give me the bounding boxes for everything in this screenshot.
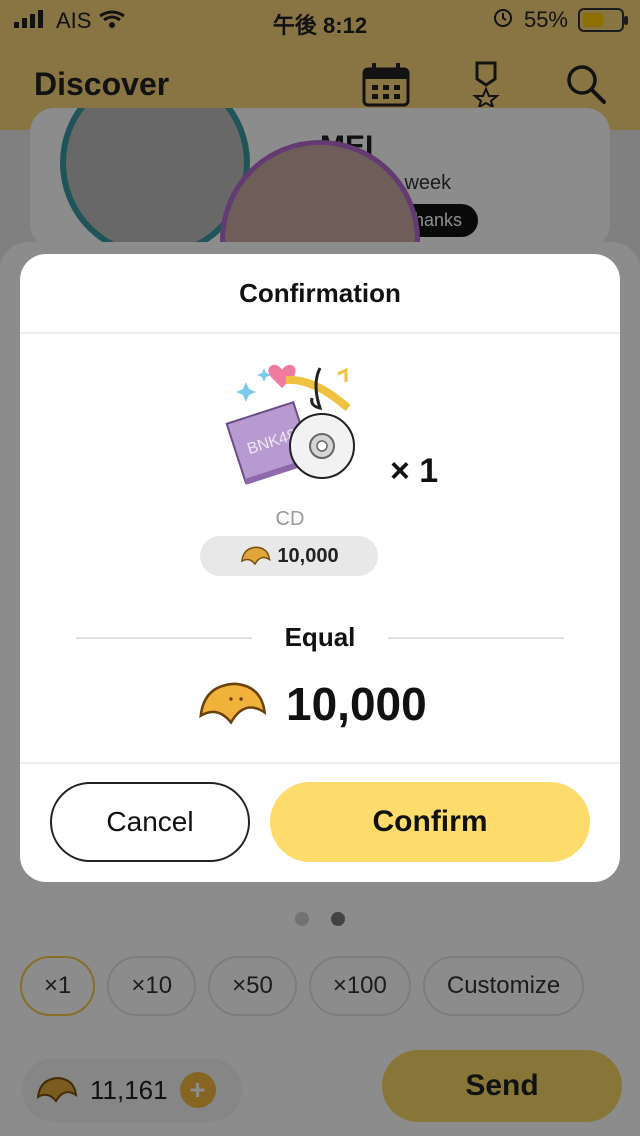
- fortune-cookie-icon: [239, 544, 271, 568]
- modal-divider-top: [20, 332, 620, 334]
- modal-divider-bottom: [20, 762, 620, 764]
- gift-price-pill: 10,000: [200, 536, 378, 576]
- cd-gift-image: BNK48: [224, 360, 360, 490]
- equal-row: Equal: [76, 622, 564, 653]
- fortune-cookie-icon: [194, 674, 268, 734]
- gift-multiplier: × 1: [390, 452, 439, 490]
- gift-name: CD: [275, 508, 305, 530]
- gift-price: 10,000: [277, 544, 339, 567]
- equal-line-left: [76, 636, 252, 639]
- total-row: 10,000: [194, 674, 427, 734]
- cancel-button[interactable]: Cancel: [50, 782, 250, 862]
- modal-title: Confirmation: [239, 278, 401, 308]
- confirm-button[interactable]: Confirm: [270, 782, 590, 862]
- total-amount: 10,000: [286, 678, 427, 730]
- equal-line-right: [387, 636, 564, 639]
- equal-label: Equal: [284, 622, 356, 652]
- confirmation-modal: Confirmation BNK48 × 1 CD 10,000 Equal 1…: [20, 254, 620, 882]
